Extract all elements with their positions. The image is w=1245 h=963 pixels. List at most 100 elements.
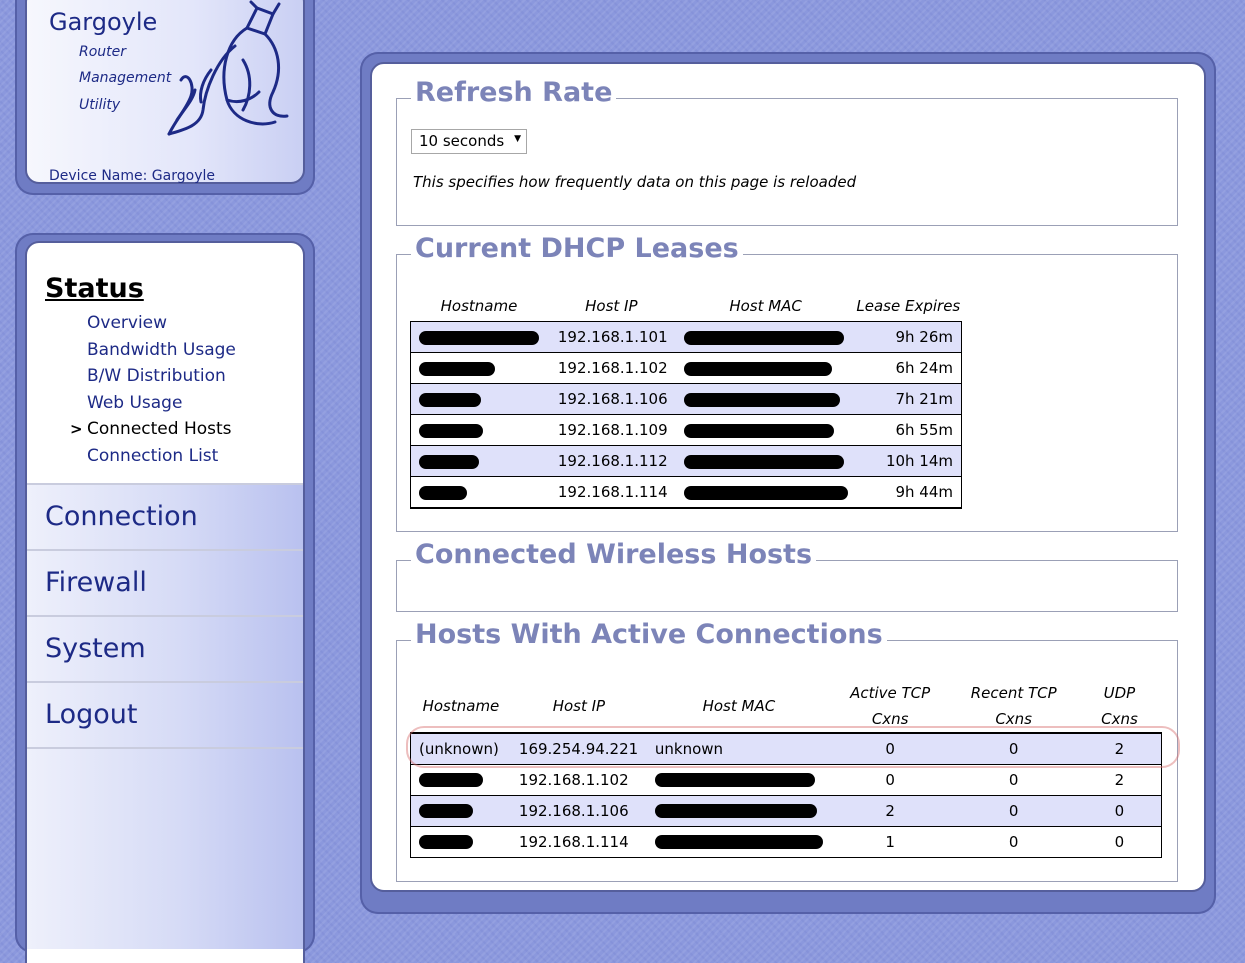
active-tcp: 2 [830,794,950,827]
refresh-rate-section: Refresh Rate 10 seconds ▼ This specifies… [396,77,1178,226]
active-tcp: 0 [830,732,950,765]
redacted-mac [675,476,856,508]
active-tcp: 0 [830,763,950,796]
host-ip: 192.168.1.101 [547,321,676,353]
active-connections-table: Hostname Host IP Host MAC Active TCP Cxns… [410,679,1162,858]
dhcp-leases-table: Hostname Host IP Host MAC Lease Expires … [410,291,962,509]
dhcp-leases-section: Current DHCP Leases Hostname Host IP Hos… [396,233,1178,532]
wireless-hosts-section: Connected Wireless Hosts [396,539,1178,612]
table-row: 192.168.1.114 9h 44m [411,476,961,508]
redacted-hostname [411,476,547,508]
lease-expires: 9h 26m [855,321,961,353]
device-name: Device Name: Gargoyle [49,168,215,184]
active-tcp: 1 [830,825,950,858]
gargoyle-logo-icon [167,0,289,136]
refresh-rate-select[interactable]: 10 seconds ▼ [411,129,527,154]
nav-firewall[interactable]: Firewall [27,549,303,615]
redacted-hostname [411,352,547,384]
nav-logout[interactable]: Logout [27,681,303,747]
redacted-mac [675,352,856,384]
redacted-mac [675,445,856,477]
col-udp: UDP Cxns [1101,683,1138,728]
recent-tcp: 0 [949,763,1078,796]
col-host-mac: Host MAC [702,696,776,715]
nav-item-bw-distribution[interactable]: B/W Distribution [87,366,226,386]
host-ip: 192.168.1.114 [547,476,676,508]
table-row: 192.168.1.114 1 0 0 [411,825,1161,858]
redacted-hostname [411,763,511,796]
col-lease-expires: Lease Expires [856,297,961,315]
redacted-hostname [411,414,547,446]
col-recent-tcp: Recent TCP Cxns [970,683,1057,728]
redacted-mac [646,825,831,858]
col-host-ip: Host IP [552,696,606,715]
host-ip: 192.168.1.112 [547,445,676,477]
refresh-rate-value: 10 seconds [419,132,505,150]
udp: 2 [1077,763,1161,796]
redacted-mac [675,383,856,415]
lease-expires: 6h 24m [855,352,961,384]
nav-system-label: System [45,633,146,664]
table-row: 192.168.1.106 7h 21m [411,383,961,415]
nav-connection-label: Connection [45,501,198,532]
host-ip: 192.168.1.106 [510,794,647,827]
content-panel: Refresh Rate 10 seconds ▼ This specifies… [360,52,1216,914]
redacted-hostname [411,383,547,415]
host-ip: 192.168.1.102 [547,352,676,384]
app-title: Gargoyle [49,8,158,36]
nav-firewall-label: Firewall [45,567,147,598]
nav-connection[interactable]: Connection [27,483,303,549]
content-area: Refresh Rate 10 seconds ▼ This specifies… [370,62,1206,892]
dhcp-leases-title: Current DHCP Leases [411,233,743,264]
nav-item-bandwidth-usage[interactable]: Bandwidth Usage [87,340,236,360]
col-hostname: Hostname [422,696,500,715]
nav-item-connected-hosts[interactable]: Connected Hosts [87,419,232,439]
wireless-hosts-title: Connected Wireless Hosts [411,539,817,570]
lease-expires: 6h 55m [855,414,961,446]
nav-item-overview[interactable]: Overview [87,313,167,333]
udp: 2 [1077,732,1161,765]
dropdown-caret-icon: ▼ [514,134,521,144]
table-row: 192.168.1.106 2 0 0 [411,794,1161,827]
nav-system[interactable]: System [27,615,303,681]
hostname: (unknown) [411,732,511,765]
redacted-hostname [411,445,547,477]
nav-filler [27,747,303,949]
udp: 0 [1077,825,1161,858]
recent-tcp: 0 [949,825,1078,858]
udp: 0 [1077,794,1161,827]
nav-item-connection-list[interactable]: Connection List [87,446,218,466]
active-marker-icon: > [70,420,83,438]
refresh-rate-title: Refresh Rate [411,77,617,108]
logo-box: Gargoyle Router Management Utility Devic… [25,0,305,184]
redacted-mac [646,794,831,827]
nav-menu: Status Overview Bandwidth Usage B/W Dist… [25,241,305,963]
table-row: 192.168.1.102 0 0 2 [411,763,1161,796]
col-host-ip: Host IP [585,297,638,315]
table-row: (unknown) 169.254.94.221 unknown 0 0 2 [411,732,1161,765]
host-ip: 192.168.1.102 [510,763,647,796]
host-ip: 192.168.1.109 [547,414,676,446]
host-mac: unknown [646,732,831,765]
host-ip: 192.168.1.106 [547,383,676,415]
col-hostname: Hostname [440,297,518,315]
subtitle-line-3: Utility [79,97,121,113]
table-row: 192.168.1.112 10h 14m [411,445,961,477]
redacted-mac [646,763,831,796]
col-host-mac: Host MAC [729,297,802,315]
nav-item-web-usage[interactable]: Web Usage [87,393,182,413]
lease-expires: 7h 21m [855,383,961,415]
nav-logout-label: Logout [45,699,138,730]
table-row: 192.168.1.102 6h 24m [411,352,961,384]
redacted-mac [675,321,856,353]
host-ip: 192.168.1.114 [510,825,647,858]
redacted-hostname [411,825,511,858]
lease-expires: 9h 44m [855,476,961,508]
redacted-mac [675,414,856,446]
recent-tcp: 0 [949,732,1078,765]
redacted-hostname [411,321,547,353]
redacted-hostname [411,794,511,827]
nav-status-heading[interactable]: Status [45,273,144,304]
recent-tcp: 0 [949,794,1078,827]
subtitle-line-1: Router [79,44,127,60]
